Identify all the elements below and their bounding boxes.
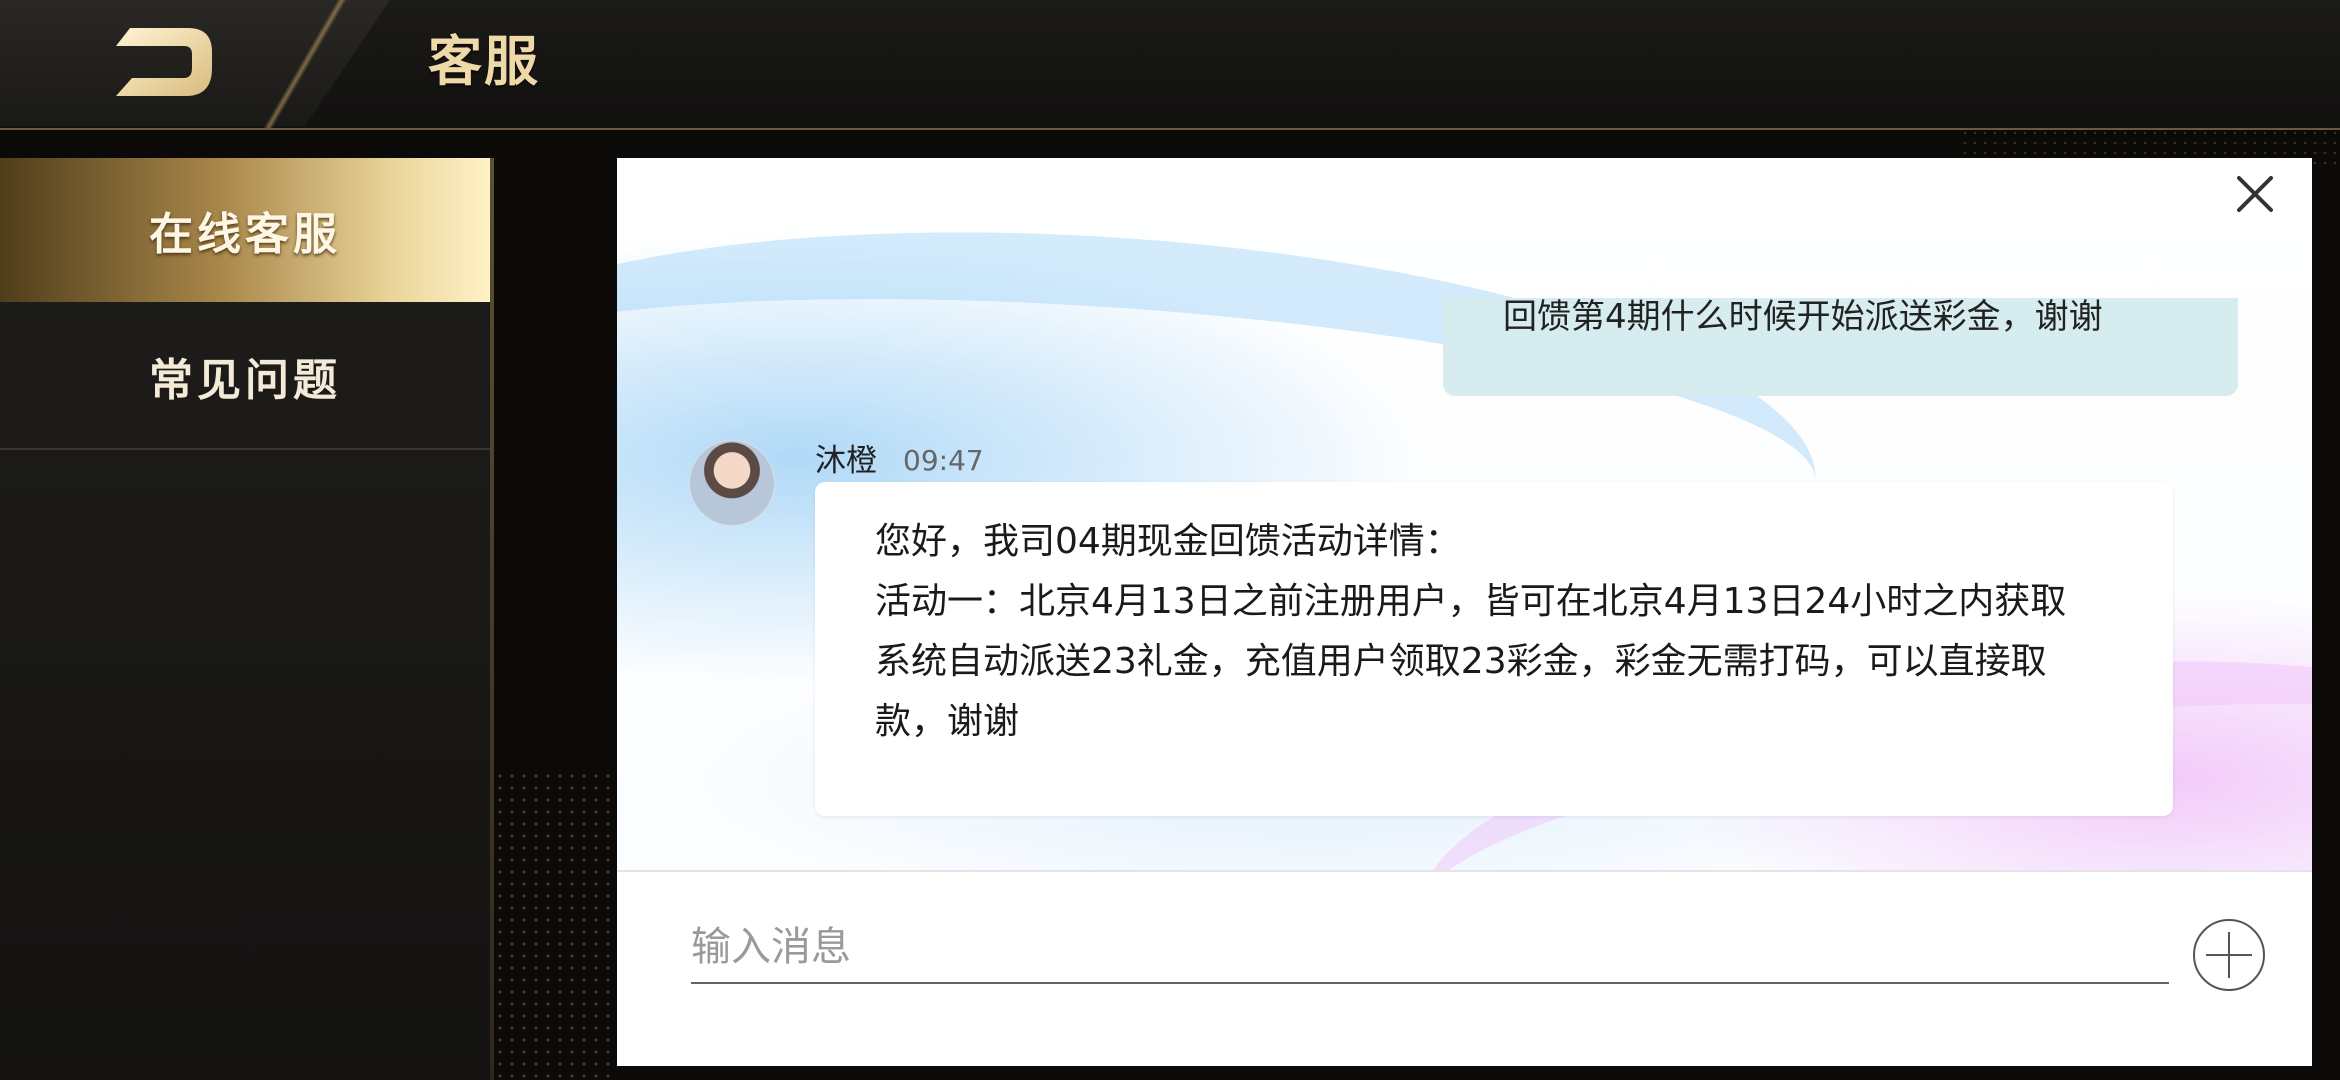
message-time: 09:47 xyxy=(903,444,984,477)
add-attachment-button[interactable] xyxy=(2192,918,2266,992)
sidebar-item-label: 常见问题 xyxy=(149,355,341,406)
outgoing-message-text: 回馈第4期什么时候开始派送彩金，谢谢 xyxy=(1503,298,2103,337)
message-line: 款，谢谢 xyxy=(875,701,1020,742)
top-bar: 客服 xyxy=(0,0,2340,130)
message-line: 系统自动派送23礼金，充值用户领取23彩金，彩金无需打码，可以直接取 xyxy=(875,641,2047,682)
sidebar-item-online-service[interactable]: 在线客服 xyxy=(0,158,490,302)
message-composer xyxy=(617,870,2312,1066)
incoming-message-bubble: 您好，我司04期现金回馈活动详情： 活动一：北京4月13日之前注册用户，皆可在北… xyxy=(815,482,2173,816)
sidebar-item-faq[interactable]: 常见问题 xyxy=(0,304,490,450)
message-line: 活动一：北京4月13日之前注册用户，皆可在北京4月13日24小时之内获取 xyxy=(875,581,2067,622)
message-input[interactable] xyxy=(691,912,2169,984)
back-arrow-icon xyxy=(116,28,212,96)
sidebar: 在线客服 常见问题 xyxy=(0,158,494,1080)
tab-edge-highlight xyxy=(220,0,390,128)
decorative-dots xyxy=(494,770,614,1080)
agent-avatar xyxy=(689,440,775,526)
back-button[interactable] xyxy=(108,22,228,102)
page-title: 客服 xyxy=(428,30,540,93)
message-line: 您好，我司04期现金回馈活动详情： xyxy=(875,521,1461,562)
plus-circle-icon xyxy=(2193,919,2265,991)
close-icon xyxy=(2237,176,2273,212)
sidebar-item-label: 在线客服 xyxy=(149,209,341,260)
chat-panel: 回馈第4期什么时候开始派送彩金，谢谢 沐橙 09:47 您好，我司04期现金回馈… xyxy=(617,158,2312,1066)
sender-name: 沐橙 xyxy=(815,443,877,479)
outgoing-message-bubble: 回馈第4期什么时候开始派送彩金，谢谢 xyxy=(1443,298,2238,396)
close-button[interactable] xyxy=(2227,166,2283,222)
